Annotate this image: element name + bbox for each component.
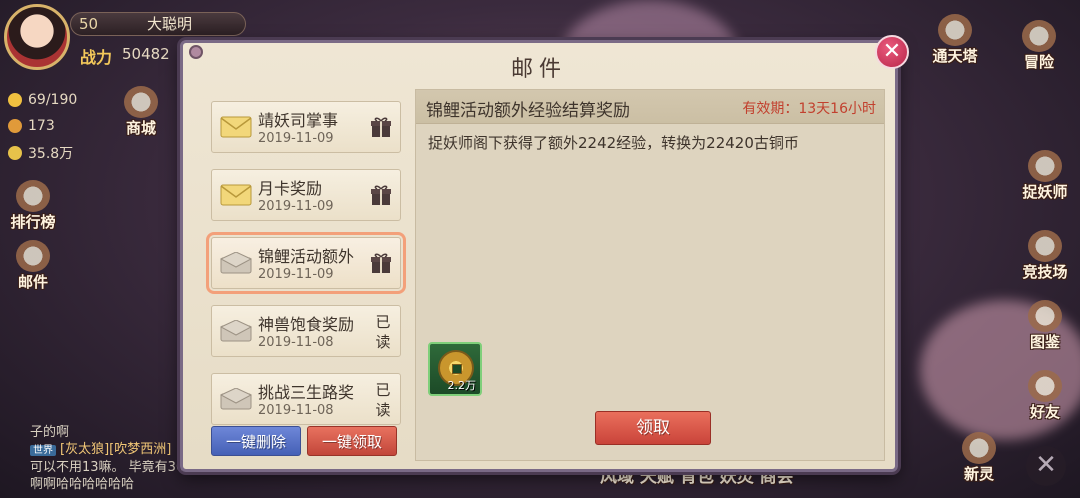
mail-list-item[interactable]: 神兽饱食奖励 2019-11-08 已读 bbox=[211, 305, 401, 357]
player-level-bar: 50 大聪明 bbox=[70, 12, 246, 36]
open-envelope-icon bbox=[220, 252, 252, 274]
mail-button[interactable]: 邮件 bbox=[4, 240, 62, 292]
player-level: 50 bbox=[79, 15, 99, 33]
adventure-button[interactable]: 冒险 bbox=[1010, 20, 1068, 72]
open-envelope-icon bbox=[220, 320, 252, 342]
player-avatar[interactable] bbox=[4, 4, 70, 70]
shop-button[interactable]: 商城 bbox=[112, 86, 170, 138]
chat-line: 啊啊哈哈哈哈哈哈 bbox=[30, 477, 135, 492]
reward-quantity: 2.2万 bbox=[447, 379, 477, 392]
delete-all-button[interactable]: 一键删除 bbox=[211, 426, 301, 456]
mail-list-item-selected[interactable]: 锦鲤活动额外 2019-11-09 bbox=[206, 232, 406, 294]
gold-resource: 35.8万 bbox=[8, 143, 73, 163]
claim-all-button[interactable]: 一键领取 bbox=[307, 426, 397, 456]
mail-content-panel: 锦鲤活动额外经验结算奖励 有效期：13天16小时 捉妖师阁下获得了额外2242经… bbox=[415, 89, 885, 461]
mail-body: 捉妖师阁下获得了额外2242经验，转换为22420古铜币 bbox=[428, 134, 799, 152]
mail-list-item[interactable]: 挑战三生路奖 2019-11-08 已读 bbox=[211, 373, 401, 425]
close-icon[interactable]: ✕ bbox=[1026, 446, 1066, 486]
tower-button[interactable]: 通天塔 bbox=[926, 14, 984, 66]
receive-button[interactable]: 领取 bbox=[595, 411, 711, 445]
spirit-button[interactable]: 新灵 bbox=[950, 432, 1008, 484]
coin-icon bbox=[8, 146, 22, 160]
envelope-icon bbox=[220, 184, 252, 206]
arena-button[interactable]: 竞技场 bbox=[1016, 230, 1074, 282]
power-value: 50482 bbox=[122, 45, 170, 63]
friends-button[interactable]: 好友 bbox=[1016, 370, 1074, 422]
close-button[interactable]: ✕ bbox=[875, 35, 909, 69]
jade-resource: 173 bbox=[8, 118, 55, 134]
mail-content-header: 锦鲤活动额外经验结算奖励 有效期：13天16小时 bbox=[416, 90, 884, 124]
mail-subject: 锦鲤活动额外经验结算奖励 bbox=[426, 101, 630, 121]
dialog-title: 邮件 bbox=[510, 57, 567, 82]
hunter-button[interactable]: 捉妖师 bbox=[1016, 150, 1074, 202]
stamina-resource: 69/190 bbox=[8, 92, 77, 108]
envelope-icon bbox=[220, 116, 252, 138]
mail-list-item[interactable]: 靖妖司掌事 2019-11-09 bbox=[211, 101, 401, 153]
mail-list[interactable]: 靖妖司掌事 2019-11-09 月卡奖励 2019-11-09 锦鲤活动额外 … bbox=[205, 93, 409, 425]
gift-icon bbox=[371, 117, 391, 137]
collection-button[interactable]: 图鉴 bbox=[1016, 300, 1074, 352]
power-label: 战力 bbox=[80, 48, 113, 67]
read-label: 已读 bbox=[375, 313, 391, 351]
gift-icon bbox=[371, 253, 391, 273]
read-label: 已读 bbox=[375, 381, 391, 419]
lightning-icon bbox=[8, 93, 22, 107]
open-envelope-icon bbox=[220, 388, 252, 410]
ranking-button[interactable]: 排行榜 bbox=[4, 180, 62, 232]
mail-dialog: 邮件 ✕ 靖妖司掌事 2019-11-09 月卡奖励 2019-11-09 锦鲤… bbox=[180, 35, 909, 472]
player-name: 大聪明 bbox=[147, 15, 193, 33]
validity-label: 有效期：13天16小时 bbox=[742, 101, 876, 117]
reward-item[interactable]: 2.2万 bbox=[428, 342, 482, 396]
gift-icon bbox=[371, 185, 391, 205]
mail-list-item[interactable]: 月卡奖励 2019-11-09 bbox=[211, 169, 401, 221]
jade-icon bbox=[8, 119, 22, 133]
